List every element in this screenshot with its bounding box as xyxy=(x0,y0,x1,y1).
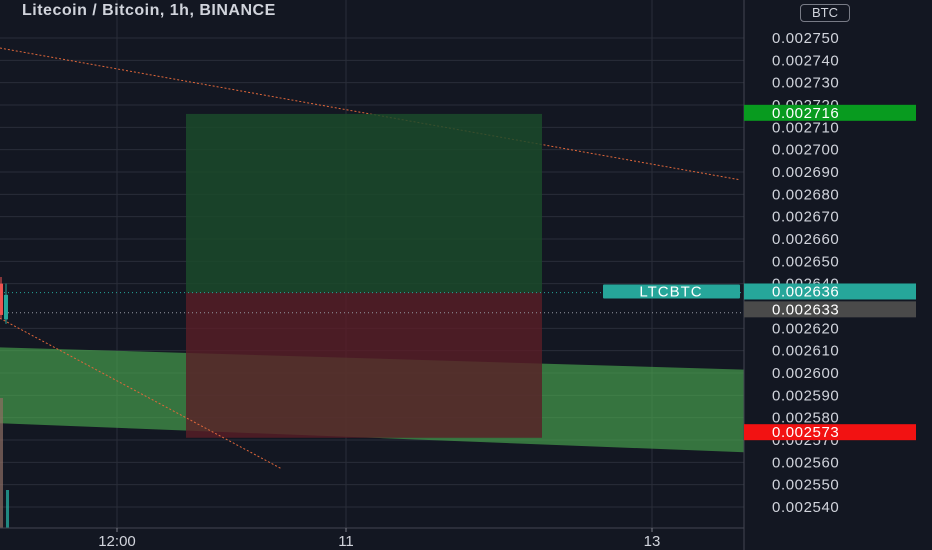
y-tick-label: 0.002710 xyxy=(772,119,839,136)
target-price-label: 0.002716 xyxy=(772,105,839,122)
y-tick-label: 0.002540 xyxy=(772,499,839,516)
candle[interactable] xyxy=(4,294,8,320)
x-tick-label: 12:00 xyxy=(98,533,136,550)
y-tick-label: 0.002650 xyxy=(772,253,839,270)
y-tick-label: 0.002610 xyxy=(772,343,839,360)
y-tick-label: 0.002750 xyxy=(772,30,839,47)
target-zone[interactable] xyxy=(186,113,542,293)
stop-zone[interactable] xyxy=(186,292,542,438)
y-tick-label: 0.002600 xyxy=(772,365,839,382)
volume-bar xyxy=(0,398,3,528)
y-tick-label: 0.002550 xyxy=(772,477,839,494)
y-tick-label: 0.002590 xyxy=(772,387,839,404)
price-chart[interactable]: 0.0027500.0027400.0027300.0027200.002710… xyxy=(0,0,932,550)
volume-bar xyxy=(6,490,9,528)
y-tick-label: 0.002660 xyxy=(772,231,839,248)
stop-price-label: 0.002573 xyxy=(772,424,839,441)
chart-title: Litecoin / Bitcoin, 1h, BINANCE xyxy=(22,2,276,19)
x-tick-label: 13 xyxy=(644,533,661,550)
candle[interactable] xyxy=(0,283,3,315)
y-tick-label: 0.002560 xyxy=(772,454,839,471)
y-tick-label: 0.002700 xyxy=(772,142,839,159)
y-tick-label: 0.002670 xyxy=(772,209,839,226)
y-tick-label: 0.002620 xyxy=(772,320,839,337)
y-tick-label: 0.002730 xyxy=(772,75,839,92)
last-price-label: 0.002633 xyxy=(772,301,839,318)
y-tick-label: 0.002680 xyxy=(772,186,839,203)
x-tick-label: 11 xyxy=(338,533,354,550)
ticker-label: LTCBTC xyxy=(639,283,702,300)
currency-badge[interactable]: BTC xyxy=(800,4,850,22)
y-tick-label: 0.002690 xyxy=(772,164,839,181)
y-tick-label: 0.002740 xyxy=(772,52,839,69)
current-price-label: 0.002636 xyxy=(772,283,839,300)
